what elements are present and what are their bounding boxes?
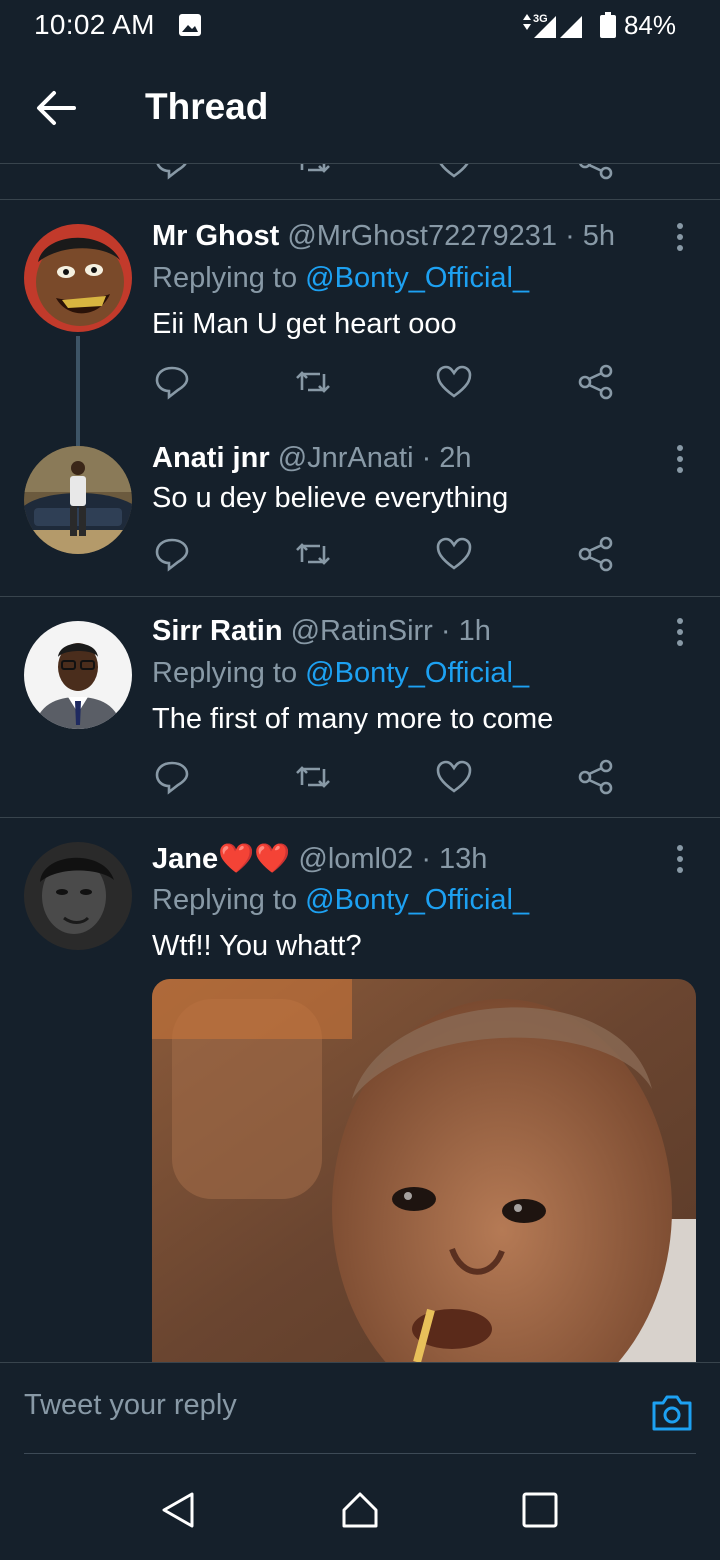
tweet-mr-ghost[interactable]: Mr Ghost @MrGhost72279231 · 5h Replying … [0, 200, 720, 446]
tweet-actions [152, 362, 622, 402]
user-handle[interactable]: @loml02 [298, 843, 413, 875]
retweet-icon[interactable] [294, 534, 334, 574]
more-options-icon[interactable] [668, 842, 692, 876]
network-type: 3G [533, 13, 548, 25]
status-time: 10:02 AM [34, 9, 155, 40]
mention-link[interactable]: @Bonty_Official_ [305, 657, 529, 689]
more-options-icon[interactable] [668, 442, 692, 476]
share-icon[interactable] [576, 164, 616, 182]
image-notification-icon [179, 14, 201, 36]
battery-icon [599, 12, 616, 38]
display-name[interactable]: Mr Ghost [152, 220, 279, 252]
tweet-header: Sirr Ratin @RatinSirr · 1h [152, 615, 491, 648]
user-handle[interactable]: @MrGhost72279231 [287, 220, 557, 252]
share-icon[interactable] [576, 362, 616, 402]
display-name[interactable]: Sirr Ratin [152, 615, 283, 647]
replying-to: Replying to @Bonty_Official_ [152, 657, 529, 690]
like-icon[interactable] [434, 757, 474, 797]
retweet-icon[interactable] [294, 757, 334, 797]
avatar[interactable] [24, 446, 132, 554]
reply-icon[interactable] [152, 534, 192, 574]
replying-label: Replying to [152, 262, 306, 294]
tweet-time: · 2h [421, 442, 472, 474]
mention-link[interactable]: @Bonty_Official_ [305, 884, 529, 916]
tweet-text: Eii Man U get heart ooo [152, 308, 457, 340]
user-handle[interactable]: @RatinSirr [291, 615, 433, 647]
retweet-icon[interactable] [294, 362, 334, 402]
tweet-actions [152, 534, 622, 574]
retweet-icon[interactable] [294, 164, 334, 182]
replying-label: Replying to [152, 657, 306, 689]
signal-icon: 3G [522, 13, 582, 38]
more-options-icon[interactable] [668, 220, 692, 254]
mention-link[interactable]: @Bonty_Official_ [305, 262, 529, 294]
avatar[interactable] [24, 842, 132, 950]
display-name[interactable]: Anati jnr [152, 442, 270, 474]
display-name[interactable]: Jane❤️❤️ [152, 843, 290, 875]
tweet-header: Anati jnr @JnrAnati · 2h [152, 442, 472, 475]
reply-icon[interactable] [152, 757, 192, 797]
like-icon[interactable] [434, 164, 474, 182]
tweet-header: Jane❤️❤️ @loml02 · 13h [152, 842, 487, 876]
battery-percent: 84% [623, 9, 676, 40]
tweet-time: · 1h [440, 615, 491, 647]
like-icon[interactable] [434, 362, 474, 402]
tweet-time: · 5h [565, 220, 616, 252]
tweet-text: Wtf!! You whatt? [152, 930, 362, 962]
tweet-sirr-ratin[interactable]: Sirr Ratin @RatinSirr · 1h Replying to @… [0, 597, 720, 817]
replying-to: Replying to @Bonty_Official_ [152, 884, 529, 917]
tweet-text: The first of many more to come [152, 703, 554, 735]
tweet-time: · 13h [421, 843, 488, 875]
camera-icon[interactable] [650, 1393, 694, 1433]
page-title: Thread [145, 86, 269, 127]
previous-tweet-actions [0, 164, 720, 200]
tweet-anati-jnr[interactable]: Anati jnr @JnrAnati · 2h So u dey believ… [0, 430, 720, 596]
avatar[interactable] [24, 621, 132, 729]
recents-square-icon[interactable] [520, 1490, 560, 1530]
status-indicators: 3G 84% [520, 8, 676, 42]
avatar[interactable] [24, 224, 132, 332]
user-handle[interactable]: @JnrAnati [278, 442, 414, 474]
replying-to: Replying to @Bonty_Official_ [152, 262, 529, 295]
tweet-actions [152, 757, 622, 797]
system-nav-bar [0, 1454, 720, 1560]
replying-label: Replying to [152, 884, 306, 916]
home-icon[interactable] [340, 1490, 380, 1530]
reply-bar: Tweet your reply [0, 1362, 720, 1455]
tweet-header: Mr Ghost @MrGhost72279231 · 5h [152, 220, 615, 253]
share-icon[interactable] [576, 757, 616, 797]
arrow-left-icon[interactable] [34, 88, 78, 128]
app-header: Thread [0, 52, 720, 164]
tweet-media-image[interactable] [152, 979, 696, 1363]
like-icon[interactable] [434, 534, 474, 574]
back-triangle-icon[interactable] [158, 1490, 198, 1530]
reply-input[interactable]: Tweet your reply [24, 1389, 237, 1422]
more-options-icon[interactable] [668, 615, 692, 649]
reply-icon[interactable] [152, 362, 192, 402]
status-bar: 10:02 AM 3G 84% [0, 0, 720, 52]
reply-icon[interactable] [152, 164, 192, 182]
share-icon[interactable] [576, 534, 616, 574]
tweet-text: So u dey believe everything [152, 482, 509, 514]
